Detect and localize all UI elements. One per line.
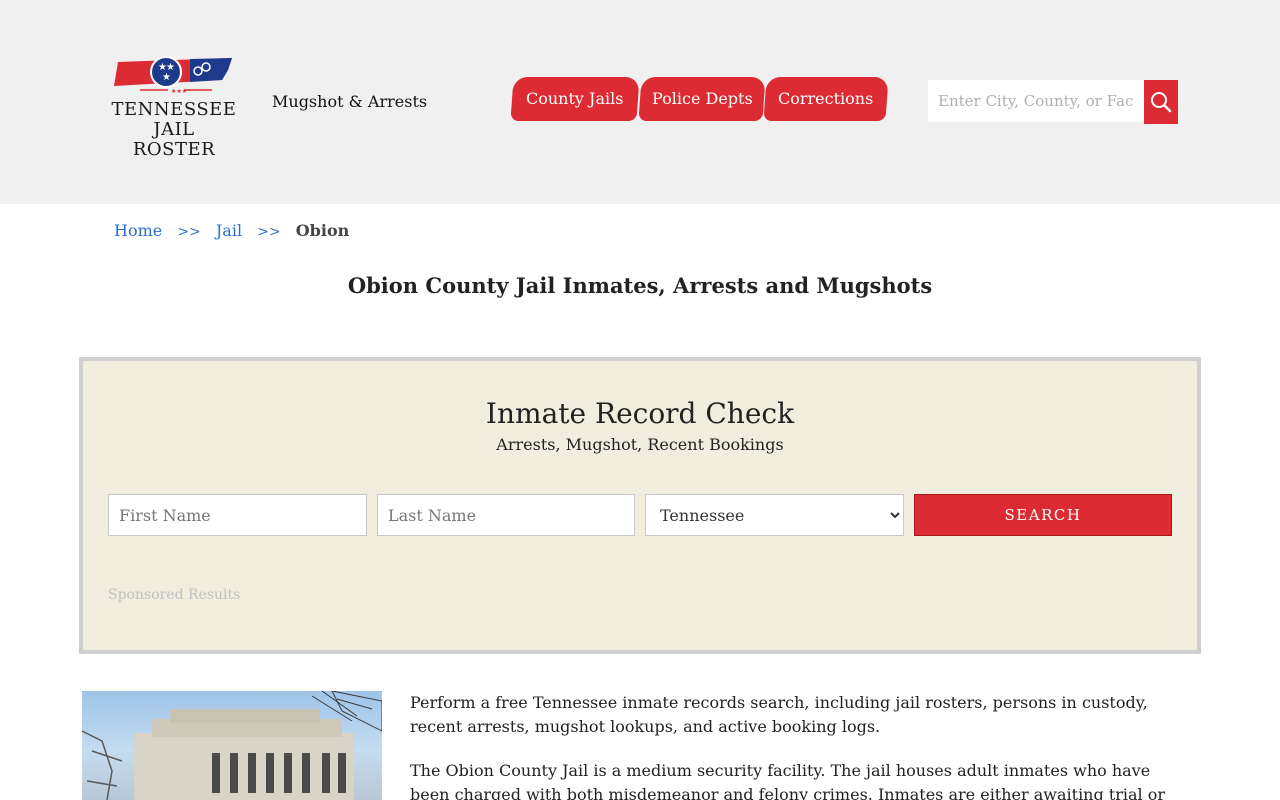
site-tagline: Mugshot & Arrests [272,92,428,111]
nav-county-jails[interactable]: County Jails [510,77,640,121]
page-title: Obion County Jail Inmates, Arrests and M… [347,273,933,298]
breadcrumb-current: Obion [295,221,350,240]
inmate-record-check-panel: Inmate Record Check Arrests, Mugshot, Re… [79,357,1201,654]
logo-line-2: JAIL ROSTER [132,119,216,160]
logo-wordmark: TENNESSEE JAIL ROSTER [110,100,238,160]
record-search-button[interactable]: SEARCH [914,494,1172,536]
record-check-subtitle: Arrests, Mugshot, Recent Bookings [496,435,784,454]
site-logo[interactable]: ★ ★ ★ ★★★ TENNESSEE JAIL ROSTER [110,56,240,160]
breadcrumb: Home >> Jail >> Obion [114,221,349,240]
logo-line-1: TENNESSEE [111,99,237,120]
nav-corrections-label: Corrections [778,89,874,108]
record-check-title: Inmate Record Check [485,397,795,430]
courthouse-photo [82,691,382,800]
nav-police-depts[interactable]: Police Depts [638,77,766,121]
site-header: ★ ★ ★ ★★★ TENNESSEE JAIL ROSTER Mugshot … [0,0,1280,204]
first-name-input[interactable] [108,494,367,536]
breadcrumb-jail[interactable]: Jail [216,221,242,240]
svg-text:★: ★ [162,72,171,83]
nav-police-depts-label: Police Depts [651,89,753,108]
site-search-button[interactable] [1144,80,1178,124]
last-name-input[interactable] [377,494,635,536]
site-search-input[interactable] [928,80,1144,122]
state-select[interactable]: Tennessee [645,494,904,536]
search-icon [1151,92,1172,113]
tennessee-flag-logo-icon: ★ ★ ★ ★★★ [114,56,232,95]
breadcrumb-home[interactable]: Home [114,221,162,240]
sponsored-results-label: Sponsored Results [108,587,241,603]
breadcrumb-separator: >> [257,224,281,240]
nav-corrections[interactable]: Corrections [763,77,889,121]
facility-paragraph: The Obion County Jail is a medium securi… [410,761,1166,800]
breadcrumb-separator: >> [177,224,201,240]
courthouse-image [82,691,382,800]
nav-county-jails-label: County Jails [526,89,624,108]
svg-text:★★★: ★★★ [171,88,187,95]
intro-paragraph: Perform a free Tennessee inmate records … [410,693,1148,736]
